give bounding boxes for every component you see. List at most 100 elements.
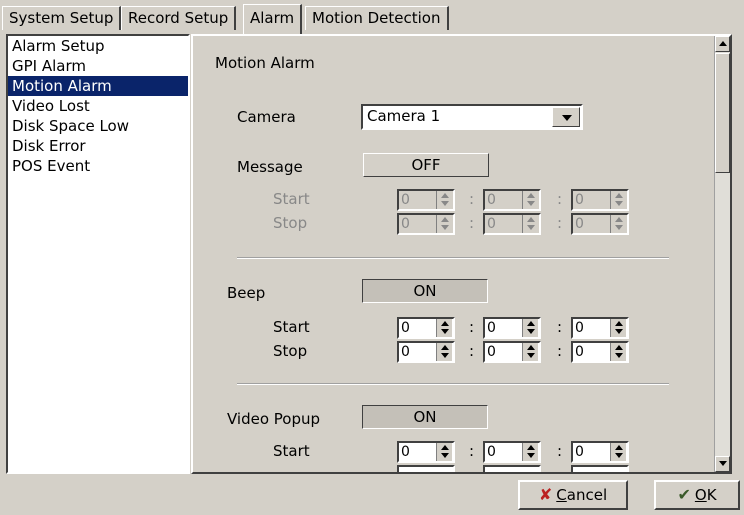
spin-value: 0 [401, 320, 410, 336]
time-colon: : [469, 190, 475, 208]
camera-select-value: Camera 1 [367, 107, 441, 125]
tab-bar: System Setup Record Setup Alarm Motion D… [0, 0, 744, 34]
message-start-minute[interactable]: 0 [483, 189, 541, 211]
sidebar-item-gpi-alarm[interactable]: GPI Alarm [8, 56, 188, 76]
video-popup-start-hour[interactable]: 0 [397, 441, 455, 463]
vertical-scrollbar[interactable] [714, 36, 730, 472]
chevron-down-icon [562, 115, 572, 121]
spin-arrows-icon[interactable] [436, 319, 452, 337]
spin-arrows-icon[interactable] [610, 319, 626, 337]
spin-arrows-icon[interactable] [436, 443, 452, 461]
beep-stop-label: Stop [273, 342, 308, 360]
time-colon: : [557, 190, 563, 208]
video-popup-stop-hour[interactable] [397, 465, 455, 472]
beep-label: Beep [227, 284, 266, 302]
time-colon: : [469, 342, 475, 360]
spin-arrows-icon[interactable] [522, 215, 538, 233]
message-stop-label: Stop [273, 214, 308, 232]
tab-system-setup[interactable]: System Setup [2, 6, 122, 30]
video-popup-stop-minute[interactable] [483, 465, 541, 472]
ok-hand-icon: ✔ [677, 485, 691, 504]
scroll-thumb[interactable] [715, 53, 730, 173]
video-popup-start-second[interactable]: 0 [571, 441, 629, 463]
spin-value: 0 [401, 344, 410, 360]
sidebar-item-video-lost[interactable]: Video Lost [8, 96, 188, 116]
time-colon: : [557, 342, 563, 360]
sidebar-item-pos-event[interactable]: POS Event [8, 156, 188, 176]
motion-alarm-panel: Motion Alarm Camera Camera 1 Message OFF… [191, 34, 732, 474]
spin-arrows-icon[interactable] [522, 443, 538, 461]
spin-arrows-icon[interactable] [436, 191, 452, 209]
ok-label: K [706, 486, 717, 504]
tab-alarm[interactable]: Alarm [243, 4, 303, 34]
tab-record-setup[interactable]: Record Setup [121, 6, 237, 30]
message-stop-hour[interactable]: 0 [397, 213, 455, 235]
scroll-down-button[interactable] [715, 456, 730, 472]
scroll-up-button[interactable] [715, 36, 730, 52]
cancel-label: ancel [566, 486, 608, 504]
spin-arrows-icon[interactable] [610, 443, 626, 461]
camera-select[interactable]: Camera 1 [361, 104, 583, 130]
message-start-label: Start [273, 190, 310, 208]
spin-arrows-icon[interactable] [436, 343, 452, 361]
message-label: Message [237, 158, 303, 176]
spin-value: 0 [487, 192, 496, 208]
time-colon: : [469, 214, 475, 232]
beep-stop-second[interactable]: 0 [571, 341, 629, 363]
spin-value: 0 [401, 192, 410, 208]
video-popup-start-minute[interactable]: 0 [483, 441, 541, 463]
message-stop-second[interactable]: 0 [571, 213, 629, 235]
message-stop-minute[interactable]: 0 [483, 213, 541, 235]
ok-button[interactable]: ✔ OK [654, 480, 740, 510]
sidebar-item-disk-error[interactable]: Disk Error [8, 136, 188, 156]
beep-stop-minute[interactable]: 0 [483, 341, 541, 363]
spin-value: 0 [487, 216, 496, 232]
alarm-category-list: Alarm Setup GPI Alarm Motion Alarm Video… [6, 34, 190, 474]
camera-dropdown-button[interactable] [552, 107, 580, 127]
time-colon: : [557, 442, 563, 460]
message-start-hour[interactable]: 0 [397, 189, 455, 211]
beep-start-label: Start [273, 318, 310, 336]
beep-start-minute[interactable]: 0 [483, 317, 541, 339]
beep-stop-hour[interactable]: 0 [397, 341, 455, 363]
video-popup-start-label: Start [273, 442, 310, 460]
sidebar-item-motion-alarm[interactable]: Motion Alarm [8, 76, 188, 96]
tab-motion-detection[interactable]: Motion Detection [305, 6, 449, 30]
spin-value: 0 [487, 320, 496, 336]
sidebar-item-alarm-setup[interactable]: Alarm Setup [8, 36, 188, 56]
spin-arrows-icon[interactable] [522, 343, 538, 361]
page-title: Motion Alarm [215, 54, 315, 72]
spin-value: 0 [575, 344, 584, 360]
beep-start-second[interactable]: 0 [571, 317, 629, 339]
spin-value: 0 [575, 192, 584, 208]
spin-arrows-icon[interactable] [522, 319, 538, 337]
message-start-second[interactable]: 0 [571, 189, 629, 211]
sidebar-item-disk-space-low[interactable]: Disk Space Low [8, 116, 188, 136]
ok-mnemonic: O [694, 486, 707, 504]
spin-arrows-icon[interactable] [610, 215, 626, 233]
spin-value: 0 [487, 344, 496, 360]
spin-value: 0 [575, 444, 584, 460]
spin-value: 0 [575, 216, 584, 232]
spin-arrows-icon[interactable] [522, 191, 538, 209]
spin-arrows-icon[interactable] [610, 191, 626, 209]
cancel-button[interactable]: ✘ Cancel [518, 480, 628, 510]
close-icon: ✘ [538, 485, 553, 504]
beep-toggle[interactable]: ON [362, 279, 488, 303]
time-colon: : [469, 442, 475, 460]
spin-arrows-icon[interactable] [436, 215, 452, 233]
spin-arrows-icon[interactable] [610, 343, 626, 361]
time-colon: : [557, 214, 563, 232]
camera-label: Camera [237, 108, 296, 126]
message-toggle[interactable]: OFF [363, 153, 489, 177]
spin-value: 0 [401, 444, 410, 460]
spin-value: 0 [575, 320, 584, 336]
video-popup-stop-second[interactable] [571, 465, 629, 472]
spin-value: 0 [487, 444, 496, 460]
divider [237, 257, 669, 259]
cancel-mnemonic: C [556, 486, 567, 504]
beep-start-hour[interactable]: 0 [397, 317, 455, 339]
divider [237, 383, 669, 385]
video-popup-toggle[interactable]: ON [362, 405, 488, 429]
time-colon: : [557, 318, 563, 336]
